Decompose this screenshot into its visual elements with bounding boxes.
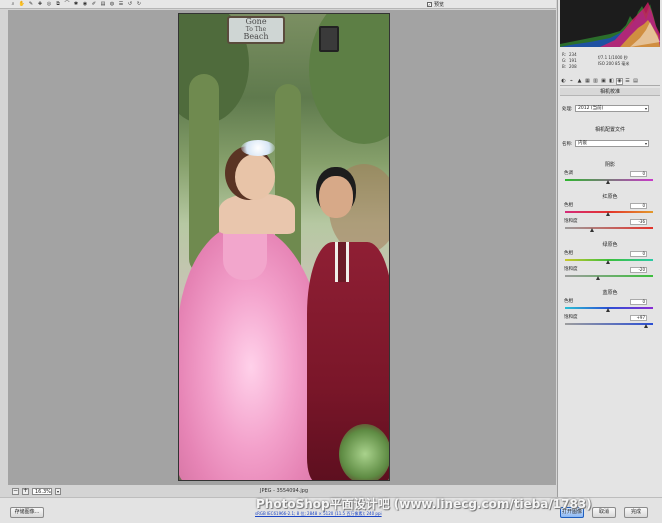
zoom-out-button[interactable]: − (12, 487, 19, 495)
bride-headpiece (241, 140, 275, 156)
red-saturation-value[interactable]: -36 (630, 219, 647, 225)
red-saturation-label: 饱和度 (564, 219, 578, 224)
presets-tab-icon[interactable]: ☰ (624, 78, 631, 85)
histogram (560, 0, 660, 47)
blue-primary-heading: 蓝原色 (602, 290, 618, 296)
tool-bar: ⌕ ✋ ✎ ✚ ◎ ⧉ ⌒ ✱ ◉ ✐ ▤ ◍ ☰ ↺ ↻ ✓ 预览 (0, 0, 556, 9)
preview-toggle[interactable]: ✓ 预览 (426, 0, 444, 9)
bride-head (235, 154, 275, 200)
profile-select[interactable]: 内嵌 ▾ (575, 140, 649, 147)
red-hue-slider[interactable] (606, 212, 610, 216)
rotate-left-icon[interactable]: ↺ (127, 1, 133, 7)
adjustment-panel: R: 234 G: 191 B: 208 f/7.1 1/1000 秒 ISO 200… (557, 0, 662, 497)
profile-value: 内嵌 (578, 141, 587, 146)
red-hue-label: 色相 (564, 203, 573, 208)
readout-b: B: 208 (562, 64, 577, 69)
beach-sign: Gone To The Beach (227, 16, 285, 44)
blue-saturation-value[interactable]: +97 (630, 315, 647, 321)
crop-icon[interactable]: ⧉ (55, 1, 61, 7)
basic-tab-icon[interactable]: ◐ (560, 78, 567, 85)
spot-removal-icon[interactable]: ✱ (73, 1, 79, 7)
red-saturation-track[interactable] (565, 227, 653, 229)
process-select[interactable]: 2012 (当前) ▾ (575, 105, 649, 112)
rotate-right-icon[interactable]: ↻ (136, 1, 142, 7)
red-saturation-slider[interactable] (590, 228, 594, 232)
green-hue-label: 色相 (564, 251, 573, 256)
process-chevron-down-icon: ▾ (644, 106, 647, 111)
detail-tab-icon[interactable]: ▲ (576, 78, 583, 85)
photo-preview[interactable]: Gone To The Beach (178, 13, 390, 481)
zoom-dropdown-icon[interactable]: ▾ (55, 487, 61, 495)
readout-g: G: 191 (562, 58, 577, 63)
graduated-filter-icon[interactable]: ▤ (100, 1, 106, 7)
preferences-icon[interactable]: ☰ (118, 1, 124, 7)
green-saturation-slider[interactable] (596, 276, 600, 280)
watermark-text: PhotoShop平面设计吧 (www.linecg.com/tieba/178… (256, 497, 592, 511)
hand-icon[interactable]: ✋ (19, 1, 25, 7)
zoom-icon[interactable]: ⌕ (10, 1, 16, 7)
target-adjust-icon[interactable]: ◎ (46, 1, 52, 7)
blue-saturation-label: 饱和度 (564, 315, 578, 320)
green-saturation-track[interactable] (565, 275, 653, 277)
iso-info: ISO 200 85 毫米 (598, 61, 630, 66)
lantern (319, 26, 339, 52)
split-toning-tab-icon[interactable]: ▥ (592, 78, 599, 85)
red-hue-value[interactable]: 0 (630, 203, 647, 209)
preview-checkbox[interactable]: ✓ (426, 2, 432, 7)
panel-tabs: ◐ ⌁ ▲ ▦ ▥ ▣ ◧ ◉ ☰ ▤ (560, 77, 660, 86)
hsl-tab-icon[interactable]: ▦ (584, 78, 591, 85)
blue-saturation-track[interactable] (565, 323, 653, 325)
color-sampler-icon[interactable]: ✚ (37, 1, 43, 7)
sign-line-3: Beach (243, 32, 269, 42)
shadows-tint-value[interactable]: 0 (630, 171, 647, 177)
shadows-tint-slider[interactable] (606, 180, 610, 184)
radial-filter-icon[interactable]: ◍ (109, 1, 115, 7)
section-title: 相机校准 (560, 88, 660, 96)
process-label: 处理: (562, 107, 573, 112)
red-eye-icon[interactable]: ◉ (82, 1, 88, 7)
readout-r: R: 234 (562, 52, 577, 57)
green-hue-value[interactable]: 0 (630, 251, 647, 257)
lens-tab-icon[interactable]: ▣ (600, 78, 607, 85)
straighten-icon[interactable]: ⌒ (64, 1, 70, 7)
groom-head (319, 176, 353, 218)
blue-hue-label: 色相 (564, 299, 573, 304)
profile-name-label: 名称: (562, 142, 573, 147)
green-hue-slider[interactable] (606, 260, 610, 264)
adjustment-brush-icon[interactable]: ✐ (91, 1, 97, 7)
zoom-level-field[interactable]: 16.3% (32, 487, 52, 495)
red-primary-heading: 红原色 (602, 194, 618, 200)
white-balance-icon[interactable]: ✎ (28, 1, 34, 7)
shadows-tint-label: 色调 (564, 171, 573, 176)
green-saturation-label: 饱和度 (564, 267, 578, 272)
preview-label: 预览 (433, 2, 444, 8)
blue-saturation-slider[interactable] (644, 324, 648, 328)
foreground-flowers (339, 424, 389, 480)
histogram-graph (560, 2, 660, 47)
bride-arms (219, 194, 295, 234)
profile-chevron-down-icon: ▾ (644, 141, 647, 146)
tone-curve-tab-icon[interactable]: ⌁ (568, 78, 575, 85)
groom-shirt (335, 242, 349, 282)
green-saturation-value[interactable]: -20 (630, 267, 647, 273)
effects-tab-icon[interactable]: ◧ (608, 78, 615, 85)
green-primary-heading: 绿原色 (602, 242, 618, 248)
process-value: 2012 (当前) (578, 106, 604, 111)
zoom-in-button[interactable]: + (22, 487, 29, 495)
blue-hue-value[interactable]: 0 (630, 299, 647, 305)
camera-calibration-tab-icon[interactable]: ◉ (616, 77, 623, 85)
snapshots-tab-icon[interactable]: ▤ (632, 78, 639, 85)
blue-hue-slider[interactable] (606, 308, 610, 312)
file-name: JPEG - 3554094.jpg (260, 488, 309, 494)
save-image-button[interactable]: 存储图像... (10, 507, 44, 518)
done-button[interactable]: 完成 (624, 507, 648, 518)
profile-heading: 相机配置文件 (594, 127, 625, 133)
shadows-heading: 阴影 (604, 162, 615, 168)
cancel-button[interactable]: 取消 (592, 507, 616, 518)
pixel-readout: R: 234 G: 191 B: 208 f/7.1 1/1000 秒 ISO 200… (562, 50, 660, 76)
